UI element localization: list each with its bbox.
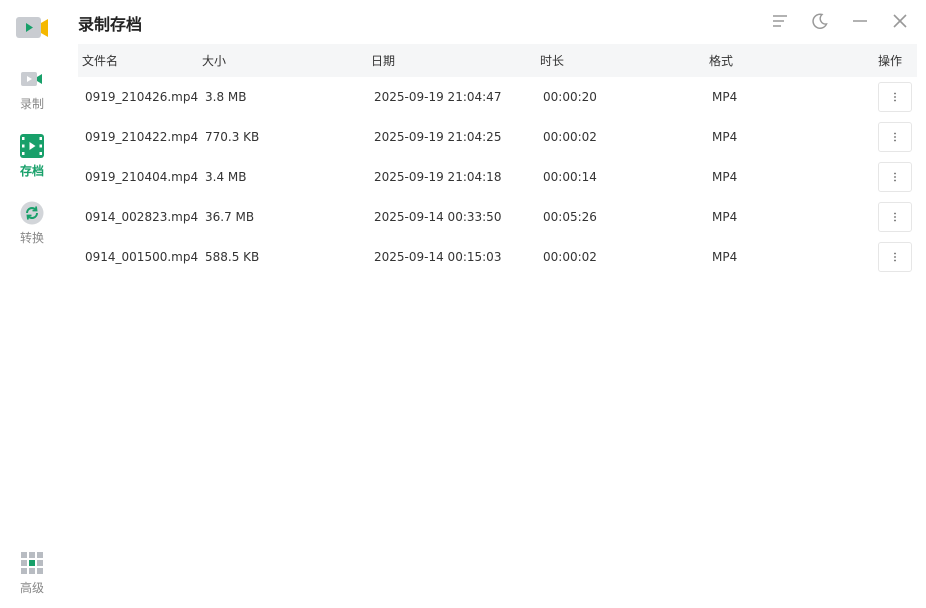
more-vertical-icon [894,132,896,142]
more-actions-button[interactable] [878,162,912,192]
sidebar-item-label: 转换 [19,231,44,245]
archive-table: 文件名 大小 日期 时长 格式 操作 0919_210426.mp4 3.8 M… [78,44,917,277]
sidebar-item-label: 录制 [19,97,44,111]
more-vertical-icon [894,172,896,182]
cell-duration: 00:00:02 [543,250,597,264]
more-vertical-icon [894,92,896,102]
menu-button[interactable] [768,10,792,32]
menu-icon [773,15,787,27]
header-name: 文件名 [82,54,119,68]
close-button[interactable] [888,10,912,32]
cell-format: MP4 [712,90,738,104]
cell-format: MP4 [712,210,738,224]
cell-size: 3.4 MB [205,170,247,184]
film-icon [19,133,45,159]
cell-duration: 00:05:26 [543,210,597,224]
cell-format: MP4 [712,130,738,144]
camera-icon [19,66,45,92]
more-actions-button[interactable] [878,242,912,272]
app-logo-icon [16,14,50,42]
more-actions-button[interactable] [878,202,912,232]
grid-icon [19,550,45,576]
cell-duration: 00:00:20 [543,90,597,104]
cell-date: 2025-09-19 21:04:25 [374,130,502,144]
moon-icon [812,13,828,29]
cell-name: 0914_001500.mp4 [85,250,199,264]
more-actions-button[interactable] [878,122,912,152]
table-row[interactable]: 0919_210404.mp4 3.4 MB 2025-09-19 21:04:… [78,157,917,197]
sidebar-item-archive[interactable]: 存档 [0,133,64,179]
sidebar-item-record[interactable]: 录制 [0,66,64,112]
cell-date: 2025-09-14 00:15:03 [374,250,502,264]
sidebar-item-convert[interactable]: 转换 [0,200,64,246]
header-duration: 时长 [540,54,565,68]
cell-date: 2025-09-19 21:04:18 [374,170,502,184]
convert-icon [19,200,45,226]
cell-size: 36.7 MB [205,210,255,224]
minimize-icon [853,20,867,22]
sidebar: 录制 存档 转换 高级 [0,0,64,608]
cell-format: MP4 [712,250,738,264]
cell-size: 770.3 KB [205,130,260,144]
cell-duration: 00:00:14 [543,170,597,184]
header-size: 大小 [202,54,227,68]
cell-name: 0919_210422.mp4 [85,130,199,144]
close-icon [893,14,907,28]
table-header: 文件名 大小 日期 时长 格式 操作 [78,44,917,77]
cell-size: 588.5 KB [205,250,260,264]
sidebar-item-advanced[interactable]: 高级 [0,550,64,596]
more-vertical-icon [894,252,896,262]
sidebar-item-label: 高级 [19,581,44,595]
table-row[interactable]: 0914_001500.mp4 588.5 KB 2025-09-14 00:1… [78,237,917,277]
cell-format: MP4 [712,170,738,184]
page-title: 录制存档 [78,15,143,34]
table-row[interactable]: 0919_210426.mp4 3.8 MB 2025-09-19 21:04:… [78,77,917,117]
header-date: 日期 [371,54,396,68]
more-vertical-icon [894,212,896,222]
header-actions: 操作 [878,54,903,68]
cell-size: 3.8 MB [205,90,247,104]
cell-date: 2025-09-19 21:04:47 [374,90,502,104]
window-controls [768,10,912,32]
header-format: 格式 [709,54,734,68]
dark-mode-button[interactable] [808,10,832,32]
cell-date: 2025-09-14 00:33:50 [374,210,502,224]
sidebar-item-label: 存档 [19,164,44,178]
cell-name: 0914_002823.mp4 [85,210,199,224]
cell-name: 0919_210404.mp4 [85,170,199,184]
more-actions-button[interactable] [878,82,912,112]
cell-duration: 00:00:02 [543,130,597,144]
cell-name: 0919_210426.mp4 [85,90,199,104]
table-row[interactable]: 0914_002823.mp4 36.7 MB 2025-09-14 00:33… [78,197,917,237]
minimize-button[interactable] [848,10,872,32]
table-row[interactable]: 0919_210422.mp4 770.3 KB 2025-09-19 21:0… [78,117,917,157]
